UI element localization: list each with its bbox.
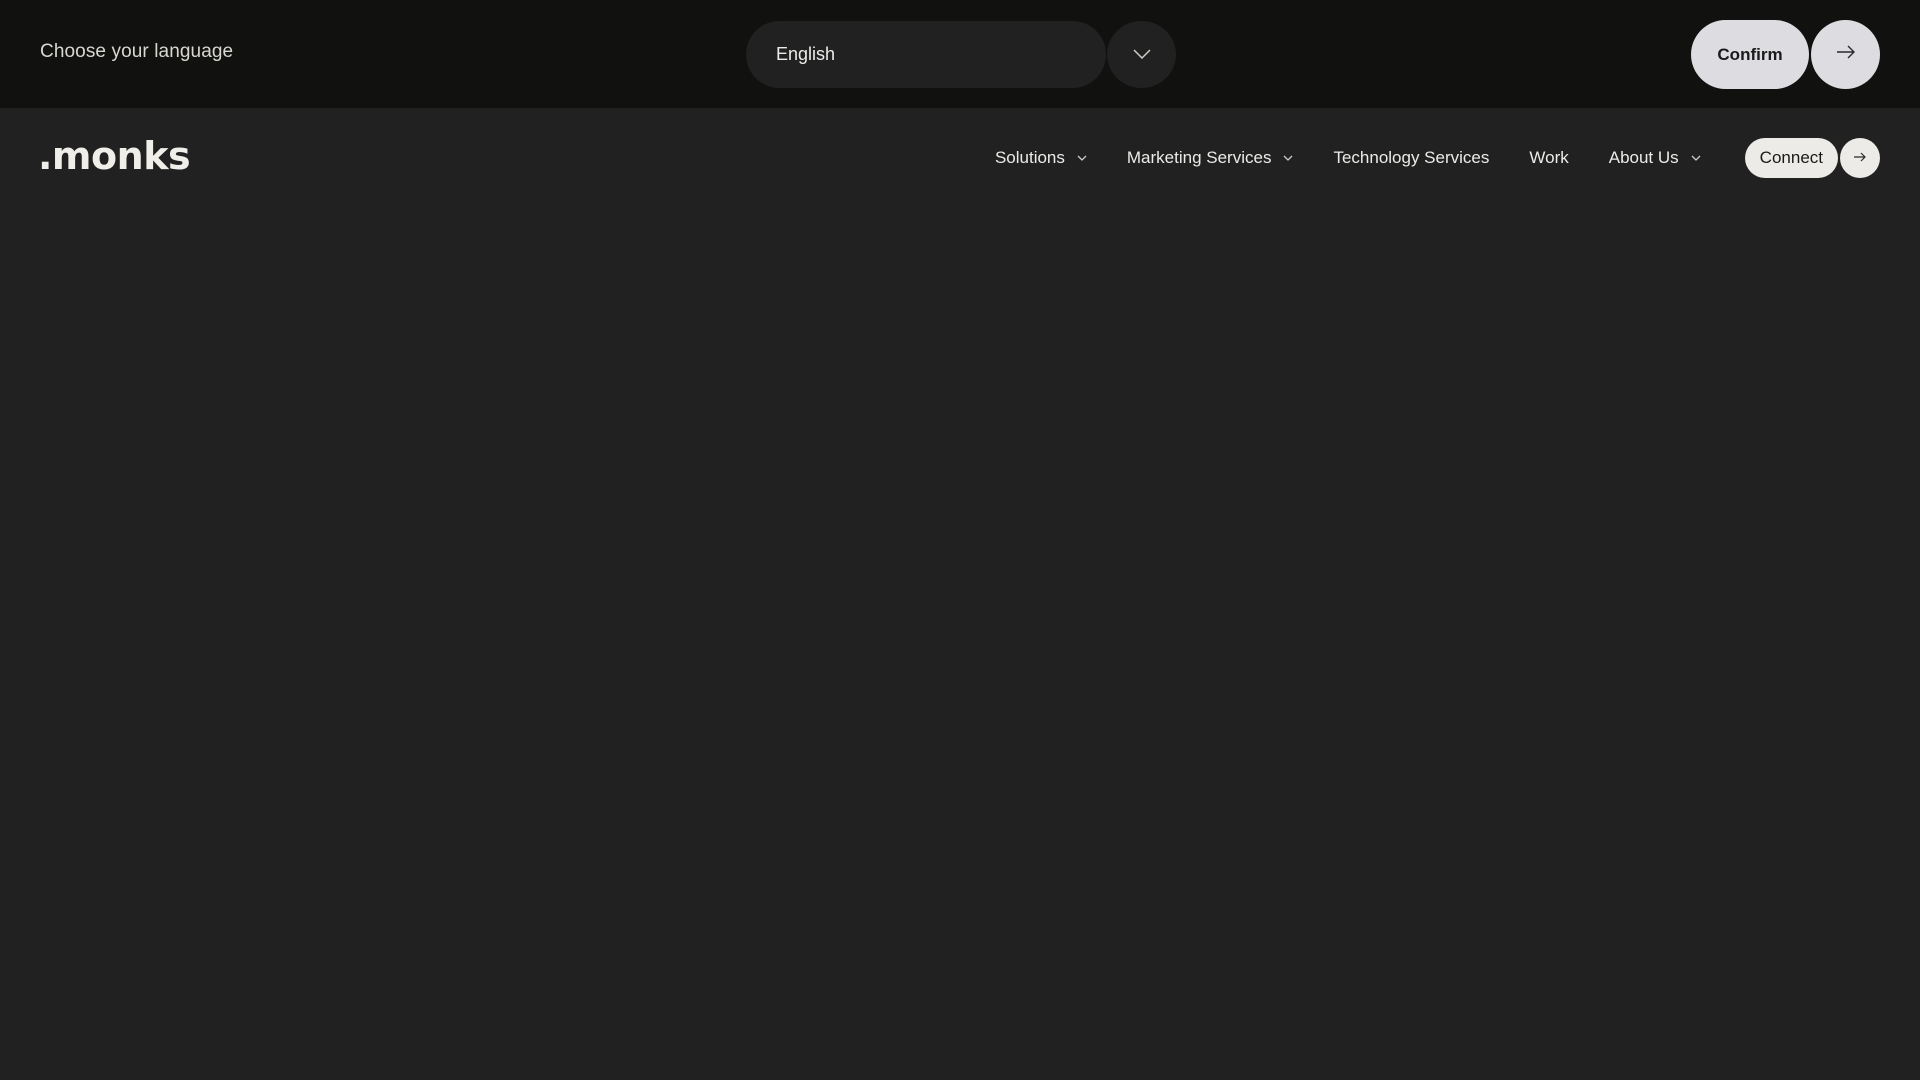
language-select[interactable]: English [746, 21, 1106, 88]
nav-item-work[interactable]: Work [1529, 148, 1568, 168]
monks-logo[interactable]: .monks [38, 134, 191, 178]
chevron-down-icon [1132, 46, 1151, 64]
main-navbar: .monks Solutions Marketing Services Tech… [0, 108, 1920, 208]
nav-item-label: Solutions [994, 148, 1065, 167]
confirm-arrow-button[interactable] [1811, 20, 1880, 89]
chevron-down-icon [1077, 155, 1087, 161]
connect-button[interactable]: Connect [1744, 138, 1838, 178]
selected-language: English [776, 44, 836, 64]
nav-item-solutions[interactable]: Solutions [995, 148, 1087, 168]
language-dropdown-toggle[interactable] [1107, 21, 1176, 88]
nav-item-label: Technology Services [1333, 148, 1490, 167]
chevron-down-icon [1691, 155, 1701, 161]
nav-item-label: Work [1529, 148, 1569, 167]
arrow-right-icon [1853, 149, 1867, 167]
nav-item-marketing-services[interactable]: Marketing Services [1127, 148, 1294, 168]
nav-links: Solutions Marketing Services Technology … [995, 138, 1880, 178]
connect-group: Connect [1744, 138, 1880, 178]
arrow-right-icon [1836, 45, 1856, 64]
nav-item-technology-services[interactable]: Technology Services [1333, 148, 1489, 168]
nav-item-label: About Us [1608, 148, 1679, 167]
confirm-button[interactable]: Confirm [1691, 20, 1809, 89]
language-prompt: Choose your language [40, 41, 234, 62]
language-bar: Choose your language English Confirm [0, 0, 1920, 108]
chevron-down-icon [1283, 155, 1293, 161]
nav-item-label: Marketing Services [1126, 148, 1272, 167]
connect-arrow-button[interactable] [1840, 138, 1880, 178]
nav-item-about-us[interactable]: About Us [1609, 148, 1701, 168]
